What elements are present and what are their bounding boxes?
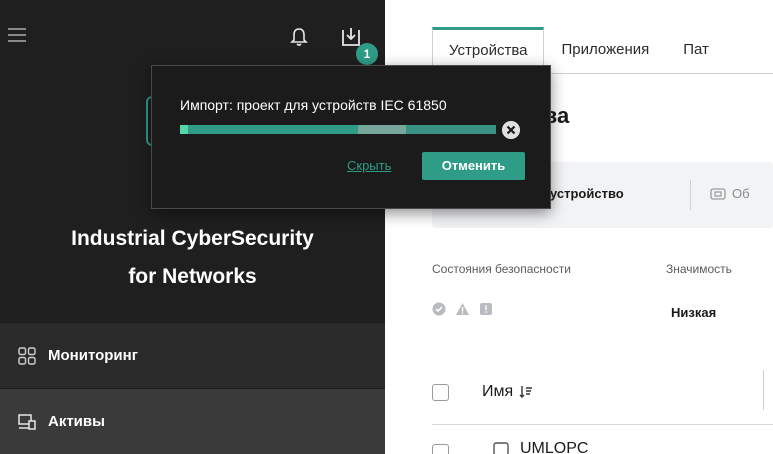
table-row[interactable]: UMLOPC <box>520 440 588 454</box>
doc-icon <box>710 188 726 200</box>
table-row-divider <box>432 424 773 425</box>
security-state-filters <box>432 302 493 316</box>
hide-link[interactable]: Скрыть <box>347 158 391 173</box>
import-progress-popup: Импорт: проект для устройств IEC 61850 С… <box>151 65 551 209</box>
significance-label: Значимость <box>666 262 732 276</box>
security-states-label: Состояния безопасности <box>432 262 571 276</box>
significance-value[interactable]: Низкая <box>671 305 716 320</box>
sort-icon[interactable] <box>519 385 533 399</box>
device-icon <box>493 442 509 454</box>
check-icon[interactable] <box>432 302 446 316</box>
cancel-button[interactable]: Отменить <box>422 152 525 180</box>
sidebar-item-monitoring[interactable]: Мониторинг <box>0 323 385 388</box>
progress-segment <box>180 125 188 134</box>
sidebar-item-label: Активы <box>48 413 105 430</box>
progress-segment <box>358 125 406 134</box>
toolbar-divider <box>690 180 691 210</box>
toolbar-other-button[interactable]: Об <box>732 186 750 201</box>
hamburger-icon[interactable] <box>8 28 26 42</box>
import-progress-bar <box>180 125 496 134</box>
progress-segment <box>188 125 358 134</box>
row-checkbox[interactable] <box>432 444 449 454</box>
notification-badge: 1 <box>356 43 378 65</box>
close-icon[interactable] <box>502 121 520 139</box>
warning-icon[interactable] <box>455 302 470 316</box>
bell-icon[interactable] <box>288 26 310 48</box>
column-header-name[interactable]: Имя <box>482 383 533 401</box>
tab-patches[interactable]: Пат <box>666 27 726 73</box>
alert-icon[interactable] <box>479 302 493 316</box>
sidebar-item-assets[interactable]: Активы <box>0 389 385 454</box>
grid-icon <box>18 346 36 365</box>
import-title: Импорт: проект для устройств IEC 61850 <box>180 97 447 113</box>
select-all-checkbox[interactable] <box>432 384 449 401</box>
tab-applications[interactable]: Приложения <box>544 27 666 73</box>
progress-segment <box>406 125 496 134</box>
sidebar-item-label: Мониторинг <box>48 347 138 364</box>
devices-icon <box>18 413 36 430</box>
column-divider <box>763 370 764 410</box>
